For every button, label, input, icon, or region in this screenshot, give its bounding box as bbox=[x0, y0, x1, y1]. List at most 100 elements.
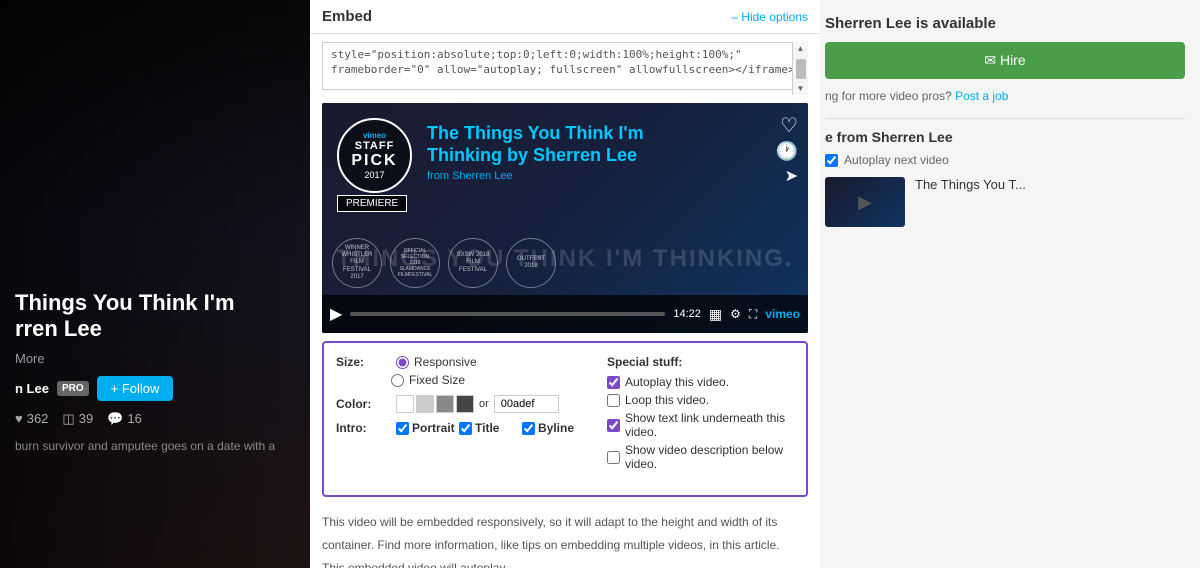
portrait-option: Portrait bbox=[396, 421, 451, 435]
premiere-badge: PREMIERE bbox=[337, 195, 407, 212]
color-swatch-gray2[interactable] bbox=[436, 395, 454, 413]
scrollbar[interactable]: ▲ ▼ bbox=[792, 42, 808, 95]
size-label: Size: bbox=[336, 355, 391, 369]
intro-option-group: Intro: Portrait Title bbox=[336, 421, 577, 435]
color-swatches: or bbox=[396, 395, 559, 413]
color-swatch-white[interactable] bbox=[396, 395, 414, 413]
intro-label: Intro: bbox=[336, 421, 391, 435]
main-panel: Embed – Hide options ▲ ▼ vimeo STAFF PIC… bbox=[310, 0, 820, 568]
embed-header: Embed – Hide options bbox=[310, 0, 820, 34]
next-video-thumbnail: ▶ bbox=[825, 177, 905, 227]
loop-checkbox[interactable] bbox=[607, 394, 620, 407]
comments-stat: 💬 16 bbox=[107, 411, 142, 427]
scroll-down-arrow: ▼ bbox=[797, 84, 805, 93]
award-whistler: WINNERWHISTLERFILMFESTIVAL2017 bbox=[332, 238, 382, 288]
fixed-size-option: Fixed Size bbox=[391, 373, 577, 387]
scroll-thumb bbox=[796, 59, 806, 79]
watch-later-button[interactable]: 🕐 bbox=[776, 141, 798, 162]
vimeo-logo: vimeo bbox=[765, 307, 800, 321]
settings-icon[interactable]: ⚙ bbox=[730, 307, 741, 321]
hide-options-link[interactable]: – Hide options bbox=[731, 10, 808, 24]
heart-button[interactable]: ♡ bbox=[780, 113, 798, 138]
options-right: Special stuff: Autoplay this video. Loop… bbox=[607, 355, 794, 475]
autoplay-checkbox[interactable] bbox=[825, 154, 838, 167]
title-option: Title bbox=[459, 421, 514, 435]
embed-title: Embed bbox=[322, 8, 372, 25]
color-option-group: Color: or bbox=[336, 395, 577, 413]
awards-row: WINNERWHISTLERFILMFESTIVAL2017 OFFICIALS… bbox=[332, 238, 798, 288]
byline-option: Byline bbox=[522, 421, 577, 435]
play-button[interactable]: ▶ bbox=[330, 304, 342, 324]
fixed-size-radio[interactable] bbox=[391, 374, 404, 387]
hire-section: Sherren Lee is available ✉ Hire ng for m… bbox=[825, 15, 1185, 103]
show-description-option: Show video description below video. bbox=[607, 443, 794, 471]
color-row: Color: or bbox=[336, 395, 577, 413]
byline-checkbox[interactable] bbox=[522, 422, 535, 435]
color-swatch-gray1[interactable] bbox=[416, 395, 434, 413]
left-sidebar: Things You Think I'm rren Lee More n Lee… bbox=[0, 0, 310, 568]
loop-option: Loop this video. bbox=[607, 393, 794, 407]
autoplay-option: Autoplay this video. bbox=[607, 375, 794, 389]
comment-icon: 💬 bbox=[107, 411, 123, 427]
options-left: Size: Responsive Fixed Size Color: bbox=[336, 355, 577, 475]
pro-badge: PRO bbox=[57, 381, 89, 396]
video-title-overlay: The Things You Think I'mThinking by Sher… bbox=[427, 123, 763, 182]
portrait-checkbox[interactable] bbox=[396, 422, 409, 435]
post-job-link[interactable]: Post a job bbox=[955, 89, 1008, 103]
video-main-title: The Things You Think I'mThinking by Sher… bbox=[427, 123, 763, 166]
embed-code-textarea[interactable] bbox=[322, 42, 808, 90]
scroll-up-arrow: ▲ bbox=[797, 44, 805, 53]
video-controls: ▶ 14:22 ▦ ⚙ ⛶ vimeo bbox=[322, 295, 808, 333]
info-text-area: This video will be embedded responsively… bbox=[310, 505, 820, 568]
autoplay-video-checkbox[interactable] bbox=[607, 376, 620, 389]
volume-icon[interactable]: ▦ bbox=[709, 306, 722, 323]
description-preview: burn survivor and amputee goes on a date… bbox=[15, 439, 295, 453]
responsive-option: Size: Responsive bbox=[336, 355, 577, 369]
title-checkbox[interactable] bbox=[459, 422, 472, 435]
show-text-link-option: Show text link underneath this video. bbox=[607, 411, 794, 439]
color-hex-input[interactable] bbox=[494, 395, 559, 413]
autoplay-row: Autoplay next video bbox=[825, 153, 1185, 167]
follow-button[interactable]: + Follow bbox=[97, 376, 174, 401]
options-row: Size: Responsive Fixed Size Color: bbox=[336, 355, 794, 475]
fullscreen-icon[interactable]: ⛶ bbox=[749, 307, 757, 322]
right-sidebar: Sherren Lee is available ✉ Hire ng for m… bbox=[810, 0, 1200, 568]
stacks-stat: ◫ 39 bbox=[62, 411, 93, 427]
heart-icon: ♥ bbox=[15, 411, 23, 426]
color-or-label: or bbox=[479, 398, 489, 410]
next-video-title: The Things You T... bbox=[915, 177, 1026, 192]
time-display: 14:22 bbox=[673, 308, 701, 320]
stats-row: ♥ 362 ◫ 39 💬 16 bbox=[15, 411, 295, 427]
options-panel: Size: Responsive Fixed Size Color: bbox=[322, 341, 808, 497]
award-outfest: OUTFEST2018 bbox=[506, 238, 556, 288]
progress-bar[interactable] bbox=[350, 312, 665, 316]
next-video-item[interactable]: ▶ The Things You T... bbox=[825, 177, 1185, 227]
info-text-1: This video will be embedded responsively… bbox=[322, 513, 808, 532]
color-swatch-dark[interactable] bbox=[456, 395, 474, 413]
author-link[interactable]: Sherren Lee bbox=[452, 170, 513, 182]
layers-icon: ◫ bbox=[62, 411, 74, 427]
info-text-3: This embedded video will autoplay. bbox=[322, 559, 808, 568]
video-from: from Sherren Lee bbox=[427, 170, 763, 182]
likes-stat: ♥ 362 bbox=[15, 411, 48, 427]
award-slamdance: OFFICIALSELECTION2018 SLAMDANCEFILMFESTI… bbox=[390, 238, 440, 288]
video-title-left: Things You Think I'm rren Lee bbox=[15, 290, 295, 343]
size-option-group: Size: Responsive Fixed Size bbox=[336, 355, 577, 387]
color-label: Color: bbox=[336, 397, 391, 411]
post-job-text: ng for more video pros? Post a job bbox=[825, 89, 1185, 103]
intro-checkboxes: Portrait Title Byline bbox=[396, 421, 577, 435]
show-description-checkbox[interactable] bbox=[607, 451, 620, 464]
author-name: n Lee bbox=[15, 381, 49, 396]
show-text-link-checkbox[interactable] bbox=[607, 419, 620, 432]
hire-button[interactable]: ✉ Hire bbox=[825, 42, 1185, 79]
fixed-size-label: Fixed Size bbox=[409, 373, 465, 387]
sherren-available-text: Sherren Lee is available bbox=[825, 15, 1185, 32]
more-link[interactable]: More bbox=[15, 351, 295, 366]
more-from-title: e from Sherren Lee bbox=[825, 129, 1185, 145]
staff-pick-badge: vimeo STAFF PICK 2017 bbox=[337, 118, 412, 193]
share-button[interactable]: ➤ bbox=[785, 166, 798, 186]
responsive-radio[interactable] bbox=[396, 356, 409, 369]
intro-row: Intro: Portrait Title bbox=[336, 421, 577, 435]
video-preview: vimeo STAFF PICK 2017 PREMIERE The Thing… bbox=[322, 103, 808, 333]
special-stuff-title: Special stuff: bbox=[607, 355, 794, 369]
